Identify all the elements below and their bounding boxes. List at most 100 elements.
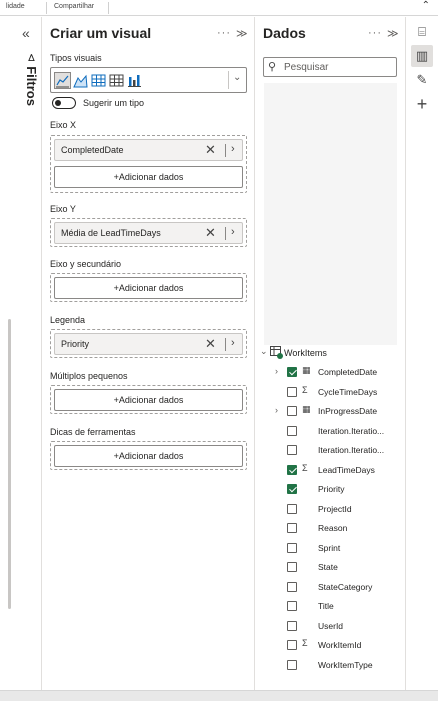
- legend-well[interactable]: Priority ✕ ›: [50, 329, 247, 358]
- field-checkbox[interactable]: [287, 406, 297, 416]
- field-checkbox[interactable]: [287, 386, 297, 397]
- field-name: WorkItemId: [318, 640, 362, 650]
- add-data-button[interactable]: +Adicionar dados: [54, 166, 243, 188]
- field-checkbox[interactable]: [287, 464, 297, 475]
- add-data-button[interactable]: +Adicionar dados: [54, 445, 243, 467]
- field-name: CompletedDate: [318, 367, 378, 377]
- field-checkbox[interactable]: [287, 562, 297, 572]
- field-checkbox[interactable]: [287, 620, 297, 631]
- field-row[interactable]: Reason: [256, 520, 404, 536]
- chevron-right-icon[interactable]: ›: [231, 337, 235, 349]
- table-icon: [270, 346, 283, 359]
- scrollbar[interactable]: [8, 319, 11, 609]
- filters-label[interactable]: ⊲Filtros: [24, 53, 39, 106]
- divider: [225, 144, 226, 157]
- chevron-down-icon[interactable]: ⌄: [233, 72, 241, 83]
- field-row[interactable]: StateCategory: [256, 579, 404, 595]
- x-axis-well[interactable]: CompletedDate ✕ › +Adicionar dados: [50, 135, 247, 193]
- field-name: Reason: [318, 523, 348, 533]
- more-options-icon[interactable]: ···: [217, 27, 231, 39]
- expand-pane-icon[interactable]: ≫: [236, 27, 249, 40]
- field-name: Priority: [318, 484, 345, 494]
- data-pane-title: Dados: [263, 25, 306, 41]
- field-row[interactable]: Σ CycleTimeDays: [256, 384, 404, 400]
- visual-types-label: Tipos visuais: [50, 53, 102, 63]
- x-axis-field[interactable]: CompletedDate ✕ ›: [54, 139, 243, 161]
- field-row[interactable]: UserId: [256, 618, 404, 634]
- field-checkbox[interactable]: [287, 523, 297, 533]
- secondary-y-axis-label: Eixo y secundário: [50, 259, 122, 269]
- ribbon-tab-share[interactable]: Compartilhar: [54, 3, 94, 10]
- field-checkbox[interactable]: [287, 542, 297, 553]
- y-axis-label: Eixo Y: [50, 204, 76, 214]
- divider: [225, 227, 226, 240]
- column-chart-icon[interactable]: [127, 73, 142, 88]
- add-icon[interactable]: +: [411, 93, 433, 115]
- field-row[interactable]: ProjectId: [256, 501, 404, 517]
- matrix-icon[interactable]: [91, 73, 106, 88]
- field-name: LeadTimeDays: [318, 464, 375, 475]
- field-row[interactable]: Sprint: [256, 540, 404, 556]
- field-checkbox[interactable]: [287, 640, 297, 650]
- secondary-y-axis-well[interactable]: +Adicionar dados: [50, 273, 247, 302]
- field-row[interactable]: Σ LeadTimeDays: [256, 462, 404, 478]
- double-chevron-left-icon[interactable]: «: [22, 25, 30, 41]
- field-row[interactable]: Title: [256, 598, 404, 614]
- field-checkbox[interactable]: [287, 484, 297, 494]
- search-icon: ⚲: [268, 61, 277, 73]
- field-name: State: [318, 562, 338, 572]
- search-input[interactable]: ⚲ Pesquisar: [263, 57, 397, 77]
- tooltips-well[interactable]: +Adicionar dados: [50, 441, 247, 470]
- add-data-button[interactable]: +Adicionar dados: [54, 277, 243, 299]
- field-row[interactable]: › ▦ InProgressDate: [256, 403, 404, 419]
- field-checkbox[interactable]: [287, 659, 297, 670]
- small-multiples-well[interactable]: +Adicionar dados: [50, 385, 247, 414]
- field-row[interactable]: WorkItemType: [256, 657, 404, 673]
- field-checkbox[interactable]: [287, 425, 297, 436]
- field-checkbox[interactable]: [287, 581, 297, 592]
- y-axis-field[interactable]: Média de LeadTimeDays ✕ ›: [54, 222, 243, 244]
- search-placeholder: Pesquisar: [284, 62, 329, 73]
- caret-up-icon[interactable]: ⌃: [422, 0, 430, 11]
- line-chart-icon[interactable]: [54, 72, 71, 89]
- field-name: Iteration.Iteratio...: [318, 445, 385, 455]
- field-checkbox[interactable]: [287, 503, 297, 514]
- divider: [225, 338, 226, 351]
- build-visual-icon[interactable]: ▥: [411, 45, 433, 67]
- visual-types-selector[interactable]: ⌄: [50, 67, 247, 93]
- field-row[interactable]: Σ WorkItemId: [256, 637, 404, 653]
- data-cylinder-icon[interactable]: ⌸: [411, 21, 433, 43]
- close-icon[interactable]: ✕: [205, 142, 216, 158]
- close-icon[interactable]: ✕: [205, 225, 216, 241]
- field-row[interactable]: Priority: [256, 481, 404, 497]
- chevron-right-icon[interactable]: ›: [231, 226, 235, 238]
- field-row[interactable]: › ▦ CompletedDate: [256, 364, 404, 380]
- field-checkbox[interactable]: [287, 367, 297, 377]
- add-data-button[interactable]: +Adicionar dados: [54, 389, 243, 411]
- sigma-icon: Σ: [302, 384, 308, 395]
- area-chart-icon[interactable]: [73, 73, 88, 88]
- field-checkbox[interactable]: [287, 445, 297, 455]
- field-row[interactable]: Iteration.Iteratio...: [256, 423, 404, 439]
- field-row[interactable]: Iteration.Iteratio...: [256, 442, 404, 458]
- close-icon[interactable]: ✕: [205, 336, 216, 352]
- legend-label: Legenda: [50, 315, 86, 325]
- format-brush-icon[interactable]: ✎: [411, 69, 433, 91]
- field-checkbox[interactable]: [287, 601, 297, 611]
- chevron-right-icon[interactable]: ›: [275, 405, 278, 415]
- legend-field[interactable]: Priority ✕ ›: [54, 333, 243, 355]
- table-icon[interactable]: [109, 73, 124, 88]
- expand-pane-icon[interactable]: ≫: [387, 27, 400, 40]
- suggest-type-toggle[interactable]: [52, 97, 76, 109]
- toggle-knob: [55, 100, 61, 106]
- chevron-right-icon[interactable]: ›: [231, 143, 235, 155]
- more-options-icon[interactable]: ···: [368, 27, 382, 39]
- data-pane: Dados ··· ≫ ⚲ Pesquisar ⌄ WorkItems › ▦ Co…: [256, 17, 404, 690]
- data-preview-area: [264, 83, 397, 345]
- chevron-down-icon[interactable]: ⌄: [260, 346, 268, 357]
- x-axis-label: Eixo X: [50, 120, 77, 130]
- ribbon-tab-partial[interactable]: lidade: [6, 3, 25, 10]
- field-row[interactable]: State: [256, 559, 404, 575]
- y-axis-well[interactable]: Média de LeadTimeDays ✕ ›: [50, 218, 247, 247]
- chevron-right-icon[interactable]: ›: [275, 366, 278, 376]
